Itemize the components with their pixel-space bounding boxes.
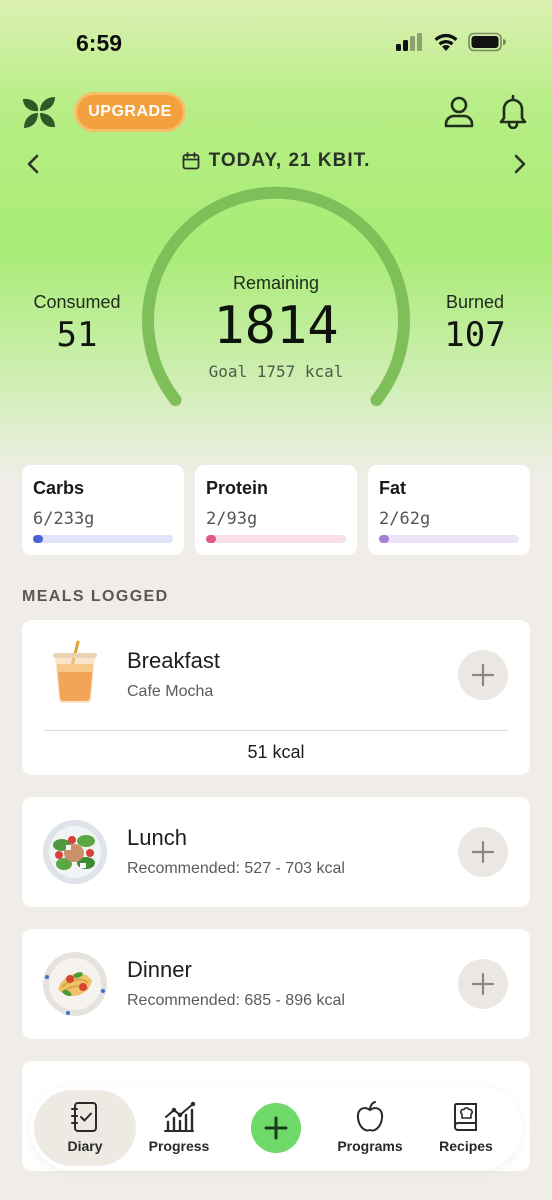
date-navigator: TODAY, 21 KBIT. — [0, 146, 552, 180]
macro-value: 2/93g — [206, 509, 258, 529]
tab-label: Programs — [337, 1138, 403, 1154]
macro-card-protein[interactable]: Protein 2/93g — [195, 465, 357, 555]
macro-progress-fill — [379, 535, 389, 543]
consumed-label: Consumed — [33, 292, 121, 312]
macro-name: Protein — [206, 478, 269, 498]
plus-icon — [471, 840, 495, 864]
remaining-value: 1814 — [213, 296, 339, 356]
apple-icon — [356, 1101, 384, 1132]
recipe-book-icon — [453, 1103, 477, 1131]
macro-progress-track — [206, 535, 346, 543]
calendar-icon — [182, 152, 200, 170]
meal-name: Breakfast — [127, 648, 220, 673]
tab-label: Progress — [148, 1138, 210, 1154]
macro-value: 6/233g — [33, 509, 95, 529]
burned-label: Burned — [445, 292, 505, 312]
consumed-stat: Consumed 51 — [22, 292, 132, 355]
macro-progress-track — [379, 535, 519, 543]
meal-subtitle: Cafe Mocha — [127, 683, 214, 700]
cellular-signal-icon — [396, 33, 422, 51]
progress-icon — [164, 1101, 196, 1132]
macro-card-fat[interactable]: Fat 2/62g — [368, 465, 530, 555]
status-bar: 6:59 — [0, 0, 552, 90]
app-logo-icon — [23, 97, 55, 128]
bell-icon[interactable] — [495, 93, 531, 129]
tab-label: Recipes — [439, 1138, 493, 1154]
upgrade-button[interactable]: UPGRADE — [74, 92, 186, 132]
date-label: TODAY, 21 KBIT. — [208, 150, 371, 171]
quick-add-button[interactable] — [251, 1103, 301, 1153]
iced-drink-image — [53, 640, 97, 704]
chevron-right-icon[interactable] — [505, 150, 533, 178]
date-display[interactable]: TODAY, 21 KBIT. — [0, 150, 552, 172]
plus-icon — [471, 972, 495, 996]
tab-recipes[interactable]: Recipes — [416, 1086, 516, 1170]
meal-card-lunch[interactable]: Lunch Recommended: 527 - 703 kcal — [22, 797, 530, 907]
macro-card-carbs[interactable]: Carbs 6/233g — [22, 465, 184, 555]
add-lunch-button[interactable] — [458, 827, 508, 877]
meals-section-title: MEALS LOGGED — [22, 588, 169, 605]
meal-subtitle: Recommended: 685 - 896 kcal — [127, 992, 345, 1009]
burned-value: 107 — [444, 315, 506, 355]
tab-label: Diary — [67, 1138, 103, 1154]
salad-plate-image — [43, 820, 107, 884]
status-icons — [396, 32, 506, 52]
tab-diary[interactable]: Diary — [34, 1086, 136, 1170]
meal-subtitle: Recommended: 527 - 703 kcal — [127, 860, 345, 877]
add-dinner-button[interactable] — [458, 959, 508, 1009]
upgrade-label: UPGRADE — [77, 95, 183, 129]
meal-card-dinner[interactable]: Dinner Recommended: 685 - 896 kcal — [22, 929, 530, 1039]
divider — [44, 730, 508, 731]
bottom-tab-bar: Diary Progress Programs Recipes — [30, 1086, 522, 1170]
tab-programs[interactable]: Programs — [320, 1086, 420, 1170]
consumed-value: 51 — [56, 315, 98, 355]
tab-progress[interactable]: Progress — [128, 1086, 230, 1170]
macro-progress-fill — [206, 535, 216, 543]
meal-kcal: 51 kcal — [247, 742, 305, 762]
macro-name: Carbs — [33, 478, 85, 498]
wifi-icon — [434, 33, 458, 51]
meal-name: Lunch — [127, 825, 187, 850]
macro-progress-fill — [33, 535, 43, 543]
status-time: 6:59 — [76, 30, 123, 56]
burned-stat: Burned 107 — [420, 292, 530, 355]
macro-value: 2/62g — [379, 509, 431, 529]
goal-text: Goal 1757 kcal — [208, 362, 344, 381]
profile-icon[interactable] — [441, 93, 477, 129]
plus-icon — [471, 663, 495, 687]
macro-name: Fat — [379, 478, 406, 498]
meal-card-breakfast[interactable]: Breakfast Cafe Mocha 51 kcal — [22, 620, 530, 775]
meal-name: Dinner — [127, 957, 192, 982]
battery-icon — [468, 32, 506, 52]
plus-icon — [264, 1116, 288, 1140]
macro-progress-track — [33, 535, 173, 543]
diary-icon — [71, 1102, 97, 1132]
remaining-label: Remaining — [232, 273, 320, 293]
pasta-plate-image — [43, 952, 107, 1016]
add-breakfast-button[interactable] — [458, 650, 508, 700]
